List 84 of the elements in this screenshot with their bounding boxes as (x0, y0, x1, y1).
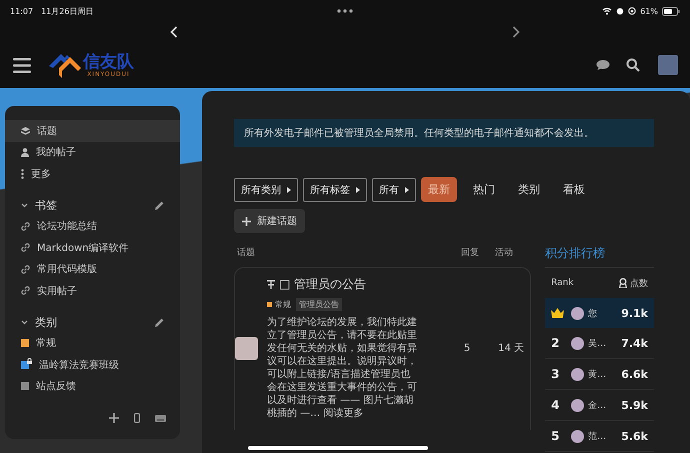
topic-title[interactable]: □ 管理员の公告 (279, 276, 366, 293)
menu-icon[interactable] (13, 58, 31, 72)
filter-dropdown[interactable]: 所有 (372, 178, 416, 202)
plus-icon[interactable] (109, 413, 119, 423)
user-avatar[interactable] (571, 306, 584, 320)
rank-number: 2 (551, 336, 560, 350)
caret-icon (287, 186, 291, 192)
layers-icon (21, 126, 30, 135)
battery-icon (662, 6, 680, 16)
battery-percent: 61% (640, 6, 658, 16)
phone-icon[interactable] (134, 413, 140, 423)
link-icon (21, 264, 30, 274)
reply-count: 5 (462, 342, 472, 354)
search-icon[interactable] (626, 58, 640, 72)
keyboard-icon[interactable] (155, 414, 166, 422)
user-avatar[interactable] (571, 398, 584, 412)
caret-icon (405, 186, 409, 192)
sidebar-nav-item[interactable]: 话题 (5, 120, 180, 142)
user-avatar[interactable] (571, 430, 584, 442)
points-value: 7.4k (621, 336, 648, 350)
nav-tab[interactable]: 类别 (511, 177, 547, 202)
sidebar-nav-item[interactable]: 我的帖子 (5, 142, 180, 163)
crown-icon (551, 308, 564, 318)
status-time: 11:07 (10, 6, 34, 16)
category-link[interactable]: 站点反馈 (5, 376, 180, 397)
column-header: 活动 (495, 246, 514, 258)
lock-rotation-icon (628, 7, 636, 15)
rank-number: 4 (551, 398, 560, 412)
activity-time: 14 天 (497, 342, 524, 355)
pencil-icon[interactable] (155, 318, 164, 326)
user-name[interactable]: 金… (588, 398, 606, 412)
points-value: 5.6k (621, 430, 648, 442)
bookmark-link[interactable]: Markdown编译软件 (5, 237, 180, 258)
person-icon (21, 148, 29, 157)
user-name[interactable]: 黄… (588, 368, 606, 380)
user-avatar[interactable] (571, 336, 584, 350)
nav-tab[interactable]: 热门 (466, 177, 502, 202)
bookmark-link[interactable]: 常用代码模版 (5, 258, 180, 280)
link-icon (21, 243, 30, 252)
bookmark-link[interactable]: 实用帖子 (5, 280, 180, 302)
category-label[interactable]: 常规 (267, 299, 291, 310)
author-avatar[interactable] (235, 336, 258, 360)
leaderboard-title[interactable]: 积分排行榜 (545, 237, 654, 268)
column-header: 点数 (630, 278, 648, 290)
column-header: 回复 (461, 246, 480, 258)
read-more-link[interactable]: 阅读更多 (323, 408, 364, 419)
topic-tag[interactable]: 管理员公告 (296, 298, 342, 311)
filter-dropdown[interactable]: 所有类别 (234, 178, 298, 202)
user-name[interactable]: 您 (588, 306, 598, 320)
nav-tab[interactable]: 看板 (556, 177, 592, 202)
column-header: Rank (551, 278, 574, 288)
chat-bubble-icon[interactable] (596, 59, 610, 71)
chevron-down-icon[interactable] (21, 320, 28, 324)
filter-dropdown[interactable]: 所有标签 (303, 178, 367, 202)
section-title[interactable]: 书签 (35, 198, 57, 212)
medal-icon (619, 278, 627, 288)
bookmark-link[interactable]: 论坛功能总结 (5, 216, 180, 237)
sidebar-nav-item[interactable]: 更多 (5, 163, 180, 184)
status-date: 11月26日周日 (41, 6, 94, 16)
category-link[interactable]: 常规 (5, 332, 180, 354)
vertical-dots-icon (21, 168, 24, 179)
user-avatar[interactable] (571, 368, 584, 380)
chevron-down-icon[interactable] (21, 202, 28, 208)
user-name[interactable]: 吴… (588, 336, 606, 350)
points-value: 9.1k (621, 306, 648, 320)
pencil-icon[interactable] (155, 200, 164, 210)
wifi-icon (602, 7, 612, 15)
logo-icon[interactable] (49, 52, 81, 78)
rank-number: 5 (551, 429, 560, 443)
points-value: 5.9k (621, 398, 648, 412)
link-icon (21, 222, 30, 231)
more-dots-icon[interactable] (337, 9, 353, 13)
link-icon (21, 286, 30, 296)
points-value: 6.6k (621, 368, 648, 380)
caret-icon (356, 186, 360, 192)
user-name[interactable]: 范… (588, 430, 606, 442)
column-header: 话题 (237, 246, 255, 258)
rank-number: 3 (551, 367, 560, 381)
topic-excerpt: 为了维护论坛的发展，我们特此建立了管理员公告，请不要在此贴里发任何无关的水贴，如果觉得有异议可以在这里提出。说明异议时，可以附上链接/语言描述管理员也会在这里发送重大事件的公告，可以及时进行查看 —— 图片七濑胡桃插的 —… 阅读更多 (267, 316, 417, 420)
category-link[interactable]: 温岭算法竞赛班级 (5, 354, 180, 376)
plus-icon (242, 216, 251, 226)
new-topic-button[interactable]: 新建话题 (234, 209, 305, 233)
section-title[interactable]: 类别 (35, 314, 57, 330)
notice-banner: 所有外发电子邮件已被管理员全局禁用。任何类型的电子邮件通知都不会发出。 (234, 119, 654, 147)
